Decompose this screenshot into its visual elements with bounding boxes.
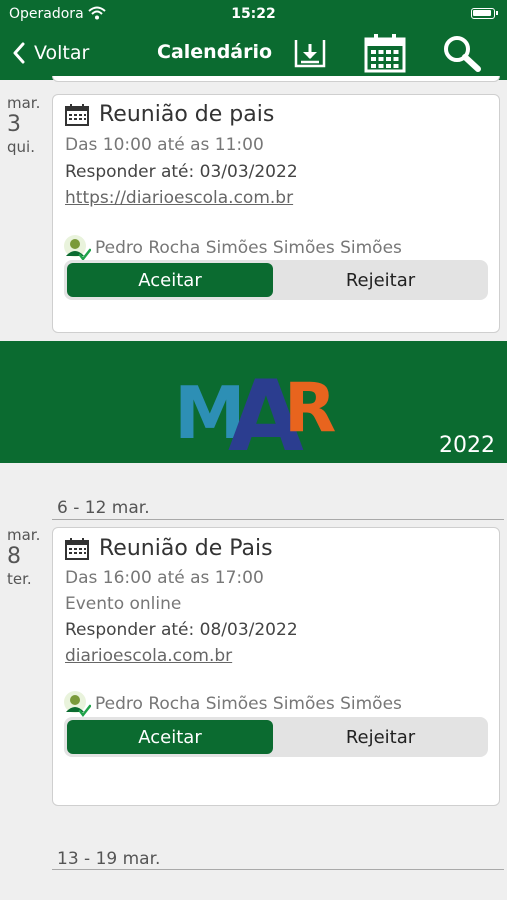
event-link[interactable]: https://diarioescola.com.br xyxy=(65,188,293,208)
event-location: Evento online xyxy=(65,594,182,614)
person-name: Pedro Rocha Simões Simões Simões xyxy=(95,694,402,714)
respond-by: Responder até: 08/03/2022 xyxy=(65,620,298,640)
accept-button[interactable]: Aceitar xyxy=(67,720,273,754)
event-link[interactable]: diarioescola.com.br xyxy=(65,646,232,666)
event-person: Pedro Rocha Simões Simões Simões xyxy=(63,690,402,718)
reject-button[interactable]: Rejeitar xyxy=(276,263,485,297)
day-label: mar. 3 qui. xyxy=(7,94,47,156)
back-button[interactable]: Voltar xyxy=(12,38,89,68)
status-time: 15:22 xyxy=(231,6,276,22)
event-person: Pedro Rocha Simões Simões Simões xyxy=(63,234,402,262)
week-header: 13 - 19 mar. xyxy=(57,849,161,869)
reject-button[interactable]: Rejeitar xyxy=(276,720,485,754)
day-number: 8 xyxy=(7,544,21,569)
event-card[interactable]: Reunião de Pais Das 16:00 até as 17:00 E… xyxy=(52,527,500,806)
event-time: Das 10:00 até as 11:00 xyxy=(65,135,264,155)
day-month: mar. xyxy=(7,526,41,544)
battery-icon xyxy=(471,8,498,19)
event-title: Reunião de pais xyxy=(65,102,274,127)
chevron-left-icon xyxy=(13,42,25,64)
page-title: Calendário xyxy=(157,41,273,63)
event-title-text: Reunião de Pais xyxy=(99,536,273,561)
status-bar: Operadora 15:22 xyxy=(0,0,507,28)
person-check-icon xyxy=(64,235,91,262)
event-card[interactable]: Reunião de pais Das 10:00 até as 11:00 R… xyxy=(52,94,500,333)
week-divider xyxy=(52,519,504,520)
response-segmented-control: Aceitar Rejeitar xyxy=(64,260,488,300)
header: Operadora 15:22 Voltar Calendário xyxy=(0,0,507,80)
week-divider xyxy=(52,869,504,870)
month-banner: M A R 2022 xyxy=(0,341,507,463)
week-header: 6 - 12 mar. xyxy=(57,498,150,518)
day-weekday: qui. xyxy=(7,138,35,156)
day-month: mar. xyxy=(7,94,41,112)
banner-year: 2022 xyxy=(439,433,495,458)
previous-card-edge xyxy=(52,76,500,82)
navigation-bar: Voltar Calendário xyxy=(0,28,507,80)
day-label: mar. 8 ter. xyxy=(7,526,47,588)
day-number: 3 xyxy=(7,112,21,137)
response-segmented-control: Aceitar Rejeitar xyxy=(64,717,488,757)
accept-button[interactable]: Aceitar xyxy=(67,263,273,297)
download-icon[interactable] xyxy=(292,36,328,70)
event-title: Reunião de Pais xyxy=(65,536,273,561)
search-icon[interactable] xyxy=(441,33,483,73)
person-name: Pedro Rocha Simões Simões Simões xyxy=(95,238,402,258)
event-time: Das 16:00 até as 17:00 xyxy=(65,568,264,588)
event-title-text: Reunião de pais xyxy=(99,102,275,127)
month-letter-r: R xyxy=(284,369,336,448)
day-weekday: ter. xyxy=(7,570,32,588)
respond-by: Responder até: 03/03/2022 xyxy=(65,162,298,182)
back-label: Voltar xyxy=(34,42,90,64)
calendar-icon[interactable] xyxy=(364,33,406,73)
month-logo: M A R xyxy=(174,361,336,456)
calendar-icon xyxy=(65,103,89,126)
calendar-icon xyxy=(65,537,89,560)
person-check-icon xyxy=(64,691,91,718)
